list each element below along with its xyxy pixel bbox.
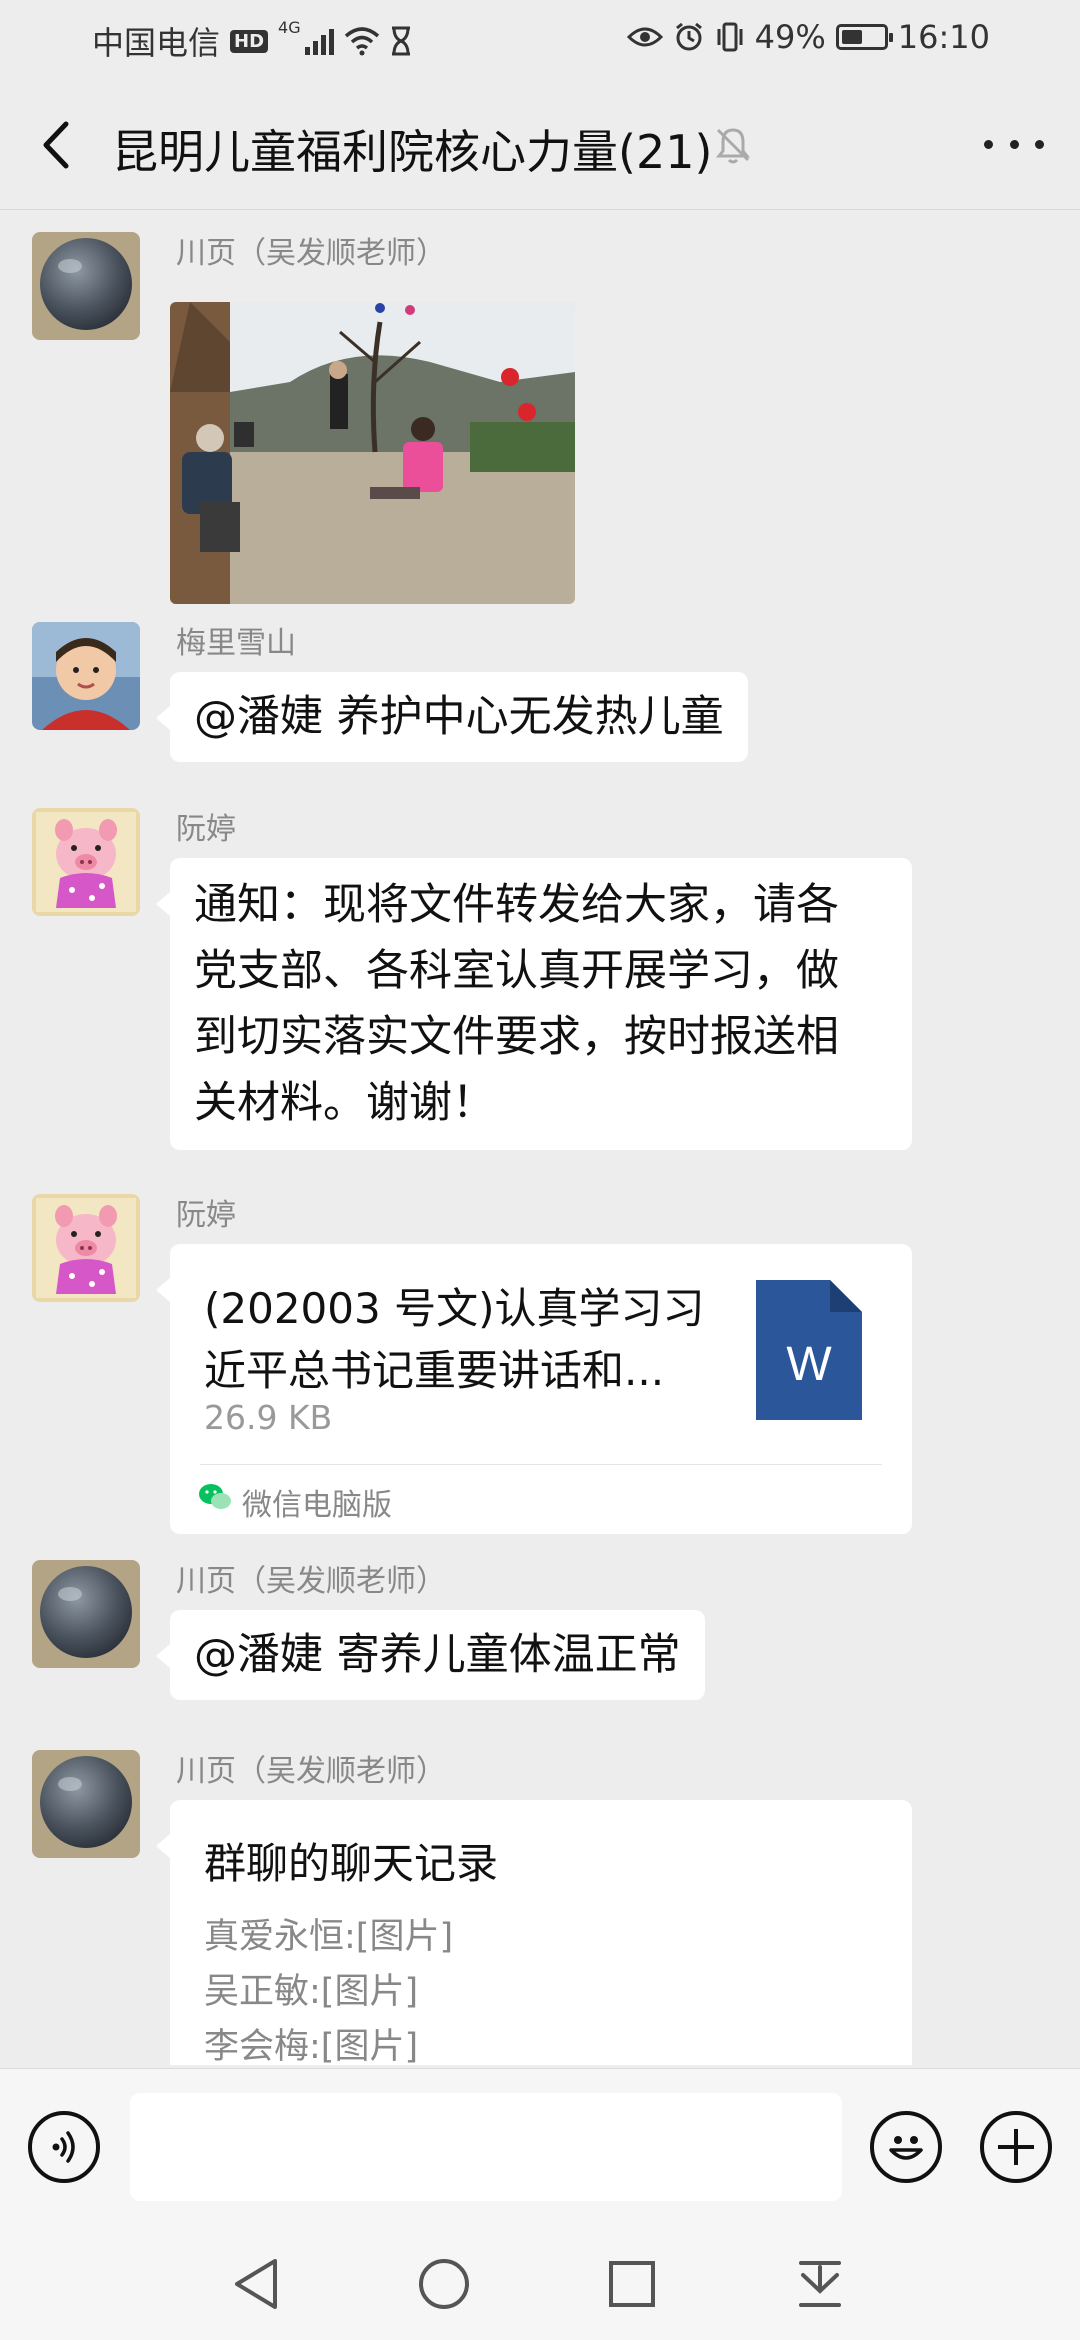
chat-record-title: 群聊的聊天记录 xyxy=(204,1839,499,1888)
pull-down-icon xyxy=(799,2261,841,2307)
file-message-card[interactable]: (202003 号文)认真学习习 近平总书记重要讲话和... 26.9 KB W… xyxy=(156,1244,912,1534)
nav-back-button[interactable] xyxy=(226,2254,286,2314)
sender-name: 川页（吴发顺老师） xyxy=(176,236,446,271)
message-text: @潘婕 养护中心无发热儿童 xyxy=(194,692,724,742)
nav-notification-button[interactable] xyxy=(790,2254,850,2314)
avatar[interactable] xyxy=(32,1194,140,1302)
status-left: 中国电信 HD 4G xyxy=(92,18,412,64)
plus-icon xyxy=(998,2129,1034,2165)
voice-button[interactable] xyxy=(28,2111,100,2183)
alarm-icon xyxy=(675,22,702,51)
message-bubble[interactable]: @潘婕 寄养儿童体温正常 xyxy=(156,1610,705,1700)
more-dot xyxy=(1035,139,1044,149)
eye-icon xyxy=(626,27,663,47)
avatar[interactable] xyxy=(32,1560,140,1668)
emoji-button[interactable] xyxy=(870,2111,942,2183)
triangle-back-icon xyxy=(235,2259,277,2309)
nav-recent-button[interactable] xyxy=(602,2254,662,2314)
word-document-icon: W xyxy=(756,1280,862,1420)
message-bubble[interactable]: 通知：现将文件转发给大家，请各 党支部、各科室认真开展学习，做 到切实落实文件要… xyxy=(156,858,912,1150)
sender-name: 梅里雪山 xyxy=(176,626,296,661)
battery-icon xyxy=(835,24,893,50)
bell-off-icon xyxy=(715,128,751,164)
carrier-label: 中国电信 xyxy=(92,24,221,62)
file-title: (202003 号文)认真学习习 近平总书记重要讲话和... xyxy=(204,1278,724,1402)
wechat-icon xyxy=(199,1484,231,1509)
sender-name: 川页（吴发顺老师） xyxy=(176,1564,446,1599)
chat-header: 昆明儿童福利院核心力量(21) xyxy=(0,80,1080,210)
more-dot xyxy=(1009,139,1019,149)
file-size: 26.9 KB xyxy=(204,1398,333,1437)
message-line: 到切实落实文件要求，按时报送相 xyxy=(194,1012,839,1062)
emoji-icon xyxy=(889,2136,923,2160)
more-dot xyxy=(984,139,993,149)
circle-home-icon xyxy=(419,2259,469,2309)
avatar[interactable] xyxy=(32,808,140,916)
chevron-left-icon xyxy=(43,121,69,169)
file-title-line: 近平总书记重要讲话和... xyxy=(204,1346,665,1395)
square-recent-icon xyxy=(609,2261,655,2307)
sender-name: 阮婷 xyxy=(176,1198,236,1233)
chat-record-card[interactable]: 群聊的聊天记录 真爱永恒:[图片] 吴正敏:[图片] 李会梅:[图片] xyxy=(156,1800,912,2065)
system-nav-bar xyxy=(0,2224,1080,2340)
status-bar: 中国电信 HD 4G 49% 16:10 xyxy=(0,0,1080,80)
back-button[interactable] xyxy=(30,114,80,176)
network-type: 4G xyxy=(278,18,301,37)
avatar[interactable] xyxy=(32,1750,140,1858)
signal-icon xyxy=(304,27,334,55)
sender-name: 阮婷 xyxy=(176,812,236,847)
avatar[interactable] xyxy=(32,622,140,730)
message-text: @潘婕 寄养儿童体温正常 xyxy=(194,1630,681,1680)
battery-percent: 49% xyxy=(754,18,826,56)
add-button[interactable] xyxy=(980,2111,1052,2183)
sender-name: 川页（吴发顺老师） xyxy=(176,1754,446,1789)
vibrate-icon xyxy=(717,22,743,52)
page-title: 昆明儿童福利院核心力量(21) xyxy=(112,125,713,179)
nav-home-button[interactable] xyxy=(414,2254,474,2314)
avatar[interactable] xyxy=(32,232,140,340)
file-title-line: (202003 号文)认真学习习 xyxy=(204,1284,705,1333)
message-input[interactable] xyxy=(130,2093,842,2201)
more-button[interactable] xyxy=(984,124,1044,164)
file-source-label: 微信电脑版 xyxy=(242,1488,392,1523)
hd-icon: HD xyxy=(230,29,269,53)
divider xyxy=(200,1464,882,1465)
input-bar xyxy=(0,2068,1080,2224)
voice-icon xyxy=(52,2131,75,2163)
chat-record-line: 李会梅:[图片] xyxy=(204,2027,419,2065)
chat-record-line: 吴正敏:[图片] xyxy=(204,1972,419,2012)
message-line: 党支部、各科室认真开展学习，做 xyxy=(194,946,839,996)
hourglass-icon xyxy=(391,26,410,56)
word-letter: W xyxy=(786,1338,832,1391)
chat-record-line: 真爱永恒:[图片] xyxy=(204,1917,454,1957)
clock: 16:10 xyxy=(897,18,990,56)
chat-area[interactable]: 川页（吴发顺老师） 梅里雪山 @潘婕 养护中心无发热儿童 阮婷 通知：现将文件转… xyxy=(0,210,1080,2065)
message-line: 关材料。谢谢！ xyxy=(194,1078,495,1128)
status-right: 49% 16:10 xyxy=(626,18,990,56)
wifi-icon xyxy=(344,27,379,56)
message-line: 通知：现将文件转发给大家，请各 xyxy=(194,880,839,930)
photo-message[interactable] xyxy=(170,302,575,604)
message-bubble[interactable]: @潘婕 养护中心无发热儿童 xyxy=(156,672,748,762)
